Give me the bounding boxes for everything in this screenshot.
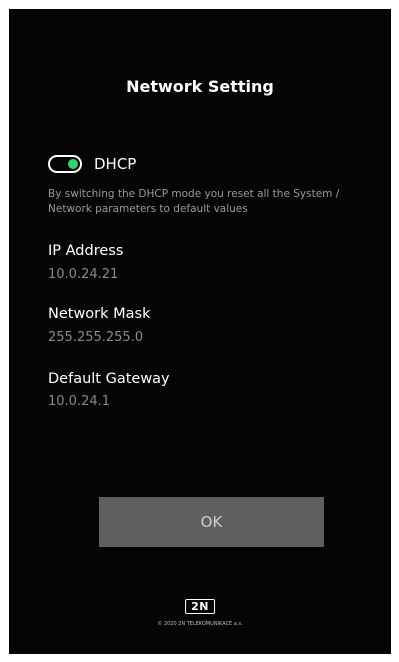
default-gateway-value[interactable]: 10.0.24.1	[48, 394, 110, 409]
dhcp-row: DHCP	[48, 155, 136, 173]
copyright-text: © 2020 2N TELEKOMUNIKACE a.s.	[157, 621, 243, 627]
dhcp-toggle[interactable]	[48, 155, 82, 173]
network-setting-screen: Network Setting DHCP By switching the DH…	[9, 9, 391, 654]
dhcp-note: By switching the DHCP mode you reset all…	[48, 188, 340, 215]
ip-address-label: IP Address	[48, 243, 124, 259]
toggle-knob	[68, 159, 78, 169]
dhcp-label: DHCP	[94, 155, 137, 173]
brand-logo: 2N	[185, 599, 215, 614]
network-mask-value[interactable]: 255.255.255.0	[48, 330, 143, 345]
network-mask-label: Network Mask	[48, 306, 151, 322]
ip-address-value[interactable]: 10.0.24.21	[48, 267, 118, 282]
ok-button[interactable]: OK	[99, 497, 324, 547]
page-title: Network Setting	[126, 77, 274, 96]
default-gateway-label: Default Gateway	[48, 371, 170, 387]
